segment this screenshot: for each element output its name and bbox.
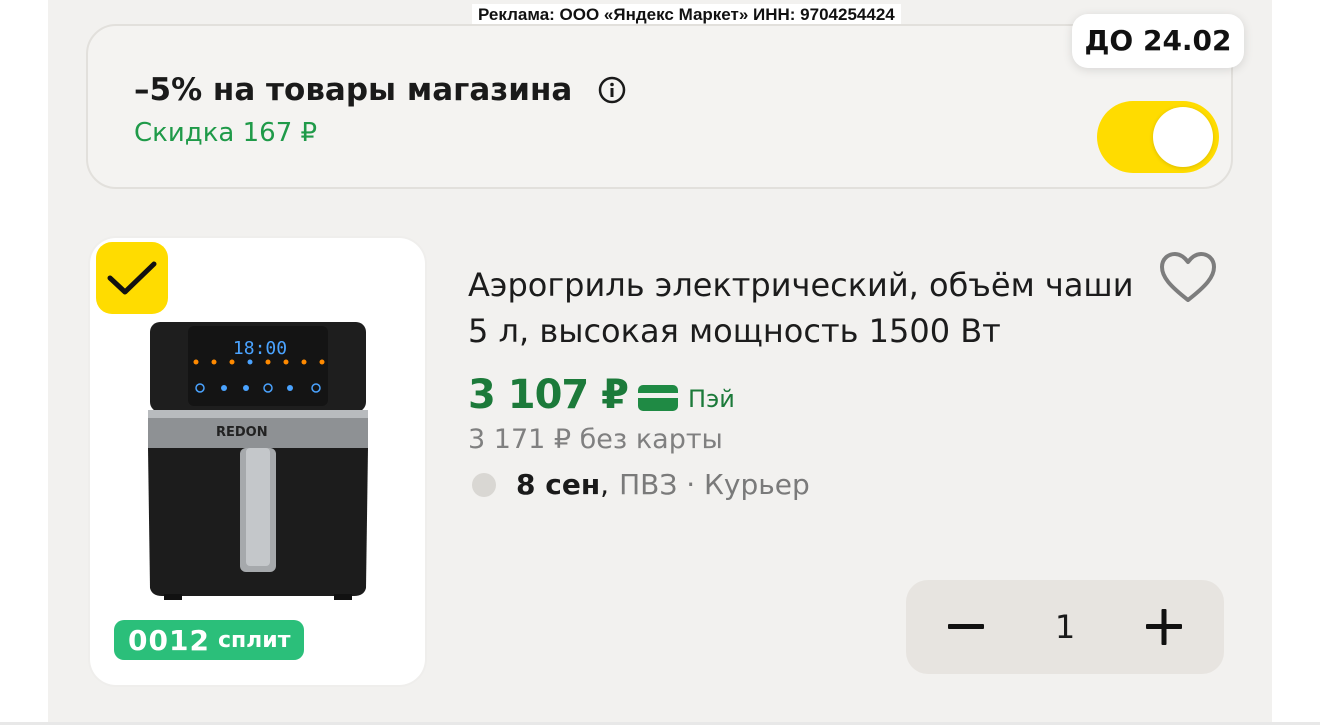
plus-icon (1146, 609, 1182, 645)
promo-deadline-badge: ДО 24.02 (1072, 14, 1244, 68)
quantity-value: 1 (1054, 608, 1076, 646)
decrease-button[interactable] (916, 580, 1016, 674)
delivery-info: 8 сен , ПВЗ · Курьер (472, 468, 810, 501)
pay-label: Пэй (688, 385, 735, 413)
quantity-stepper: 1 (906, 580, 1224, 674)
promo-toggle[interactable] (1097, 101, 1219, 173)
promo-card[interactable]: –5% на товары магазина Скидка 167 ₽ (86, 24, 1233, 189)
delivery-date: 8 сен (516, 468, 601, 501)
delivery-methods: ПВЗ · Курьер (619, 468, 810, 501)
price-row: 3 107 ₽ Пэй (468, 372, 735, 418)
product-select-checkbox[interactable] (96, 242, 168, 314)
delivery-separator: , (600, 468, 610, 501)
price-without-card: 3 171 ₽ без карты (468, 424, 723, 455)
toggle-knob (1153, 107, 1213, 167)
split-badge: 0012 сплит (114, 620, 305, 660)
split-label: сплит (217, 627, 291, 653)
split-value: 0012 (128, 623, 210, 657)
favorite-heart-icon[interactable] (1158, 250, 1218, 306)
check-icon (107, 261, 157, 295)
display-text: 18:00 (233, 338, 287, 359)
brand-text: REDON (216, 425, 268, 440)
promo-title: –5% на товары магазина (134, 72, 573, 108)
minus-icon (948, 624, 984, 629)
increase-button[interactable] (1114, 580, 1214, 674)
info-icon[interactable] (598, 76, 626, 104)
product-title[interactable]: Аэрогриль электрический, объём чаши 5 л,… (468, 262, 1148, 354)
card-icon (638, 385, 679, 411)
delivery-status-dot (472, 472, 496, 497)
ad-disclaimer: Реклама: ООО «Яндекс Маркет» ИНН: 970425… (472, 4, 901, 26)
promo-discount: Скидка 167 ₽ (134, 118, 318, 148)
price-with-card: 3 107 ₽ (468, 372, 629, 418)
